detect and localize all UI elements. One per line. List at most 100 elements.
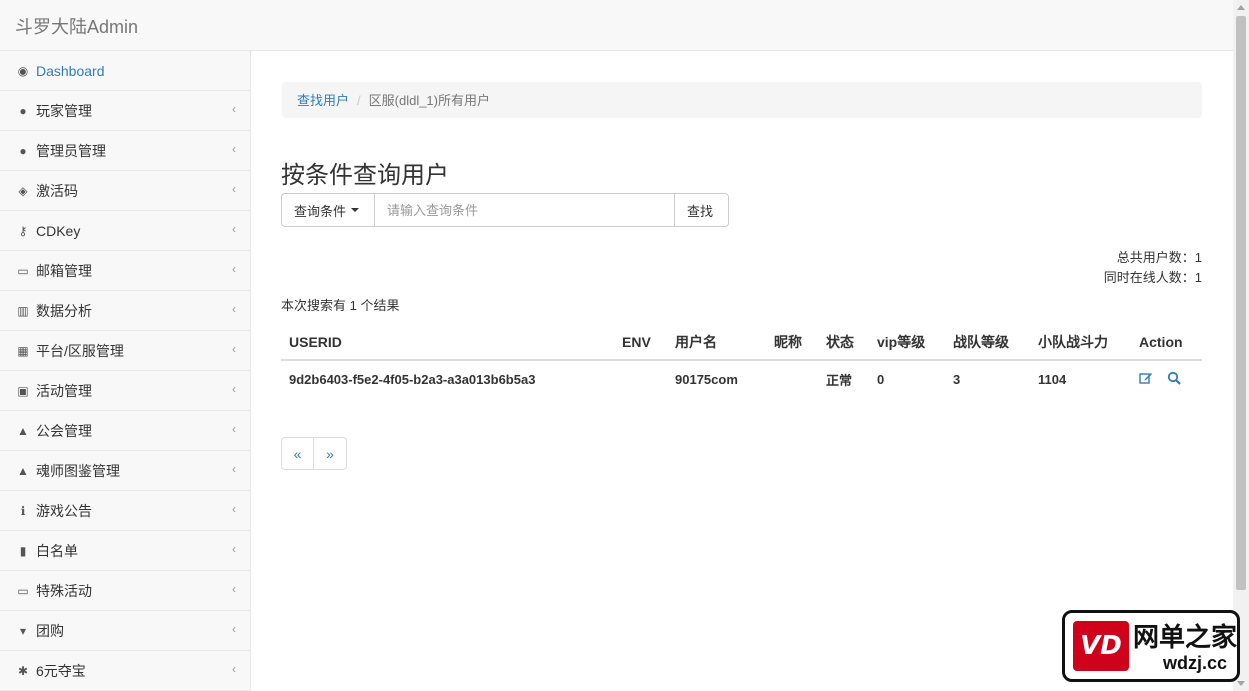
sidebar-item-label: 平台/区服管理 — [36, 342, 124, 359]
breadcrumb: 查找用户 / 区服(dldl_1)所有用户 — [282, 82, 1202, 118]
column-header-status: 状态 — [818, 324, 869, 361]
sidebar-item-14[interactable]: ▾ 团购 ‹ — [0, 611, 250, 651]
sidebar-item-3[interactable]: ◈ 激活码 ‹ — [0, 171, 250, 211]
sidebar-item-label: 管理员管理 — [36, 142, 106, 159]
column-header-userid: USERID — [281, 324, 614, 361]
sidebar-item-5[interactable]: ▭ 邮箱管理 ‹ — [0, 251, 250, 291]
sidebar-item-label: 团购 — [36, 622, 64, 639]
sidebar-item-10[interactable]: ▲ 魂师图鉴管理 ‹ — [0, 451, 250, 491]
users-icon: ● — [19, 143, 27, 158]
sidebar-item-label: 激活码 — [36, 182, 78, 199]
sidebar-item-0[interactable]: ◉ Dashboard — [0, 51, 250, 91]
sidebar-item-label: Dashboard — [36, 62, 105, 79]
sidebar-item-7[interactable]: ▦ 平台/区服管理 ‹ — [0, 331, 250, 371]
pagination-prev[interactable]: « — [281, 437, 314, 470]
chevron-left-icon: ‹ — [232, 142, 236, 156]
sidebar-item-8[interactable]: ▣ 活动管理 ‹ — [0, 371, 250, 411]
breadcrumb-separator: / — [357, 93, 361, 108]
cell-power: 1104 — [1030, 359, 1131, 398]
bank-icon: ▦ — [17, 343, 29, 358]
search-icon[interactable] — [1167, 371, 1181, 388]
money-icon: ▭ — [17, 583, 29, 598]
online-users-count: 同时在线人数：1 — [1103, 270, 1202, 285]
chevron-left-icon: ‹ — [232, 502, 236, 516]
watermark-logo: VD — [1073, 621, 1129, 671]
sidebar-item-label: 6元夺宝 — [36, 662, 86, 679]
chevron-left-icon: ‹ — [232, 422, 236, 436]
sidebar-item-9[interactable]: ▲ 公会管理 ‹ — [0, 411, 250, 451]
watermark-url: wdzj.cc — [1163, 653, 1228, 673]
total-users-count: 总共用户数：1 — [1116, 250, 1202, 265]
pagination: « » — [281, 437, 347, 470]
column-header-action: Action — [1131, 324, 1202, 361]
chevron-left-icon: ‹ — [232, 302, 236, 316]
pagination-next[interactable]: » — [314, 437, 347, 470]
sidebar-item-label: 公会管理 — [36, 422, 92, 439]
cell-nickname — [766, 359, 818, 398]
search-input[interactable] — [375, 193, 675, 227]
chevron-left-icon: ‹ — [232, 382, 236, 396]
scroll-up-arrow-icon[interactable] — [1237, 5, 1245, 10]
sidebar-item-11[interactable]: ℹ 游戏公告 ‹ — [0, 491, 250, 531]
sidebar-item-6[interactable]: ▥ 数据分析 ‹ — [0, 291, 250, 331]
chevron-left-icon: ‹ — [232, 262, 236, 276]
sidebar-item-12[interactable]: ▮ 白名单 ‹ — [0, 531, 250, 571]
table-row: 9d2b6403-f5e2-4f05-b2a3-a3a013b6b5a3 901… — [281, 359, 1202, 398]
top-navbar: 斗罗大陆Admin — [0, 0, 1233, 51]
breadcrumb-current: 区服(dldl_1)所有用户 — [368, 93, 490, 108]
page-title: 按条件查询用户 — [281, 162, 449, 189]
sidebar-item-label: CDKey — [36, 222, 81, 239]
gift-icon: ▣ — [17, 383, 29, 398]
edit-icon[interactable] — [1139, 371, 1153, 388]
sidebar-item-4[interactable]: ⚷ CDKey ‹ — [0, 211, 250, 251]
brand-title[interactable]: 斗罗大陆Admin — [15, 13, 138, 39]
page-scrollbar[interactable] — [1233, 0, 1249, 691]
search-group: 查询条件 查找 — [281, 193, 729, 227]
watermark: VD 网单之家 wdzj.cc — [1062, 610, 1240, 682]
chevron-left-icon: ‹ — [232, 582, 236, 596]
chevron-left-icon: ‹ — [232, 662, 236, 676]
sidebar-item-13[interactable]: ▭ 特殊活动 ‹ — [0, 571, 250, 611]
column-header-team-level: 战队等级 — [945, 324, 1030, 361]
sitemap-icon: ▲ — [17, 463, 29, 478]
search-result-summary: 本次搜索有 1 个结果 — [281, 298, 400, 313]
query-condition-dropdown[interactable]: 查询条件 — [281, 193, 375, 227]
scroll-down-arrow-icon[interactable] — [1237, 681, 1245, 686]
sidebar-item-15[interactable]: ✱ 6元夺宝 ‹ — [0, 651, 250, 691]
key-icon: ⚷ — [18, 223, 28, 238]
chevron-left-icon: ‹ — [232, 542, 236, 556]
breadcrumb-link-find-user[interactable]: 查找用户 — [297, 93, 349, 108]
cell-action — [1131, 359, 1202, 398]
chevron-left-icon: ‹ — [232, 222, 236, 236]
sidebar-item-label: 玩家管理 — [36, 102, 92, 119]
users-table: USERID ENV 用户名 昵称 状态 vip等级 战队等级 小队战斗力 Ac… — [281, 324, 1202, 398]
scrollbar-thumb[interactable] — [1236, 16, 1246, 590]
user-stats: 总共用户数：1 同时在线人数：1 — [1104, 248, 1202, 288]
sidebar-item-label: 游戏公告 — [36, 502, 92, 519]
cube-icon: ◈ — [18, 183, 28, 198]
caret-down-icon — [351, 208, 360, 212]
cart-icon: ▾ — [19, 623, 27, 638]
user-icon: ● — [19, 103, 27, 118]
search-button[interactable]: 查找 — [675, 193, 729, 227]
main-content: 查找用户 / 区服(dldl_1)所有用户 按条件查询用户 查询条件 查找 总共用户… — [251, 51, 1233, 691]
cell-username: 90175com — [667, 359, 766, 398]
column-header-power: 小队战斗力 — [1030, 324, 1131, 361]
sitemap-icon: ▲ — [17, 423, 29, 438]
asterisk-icon: ✱ — [17, 663, 29, 678]
info-icon: ℹ — [20, 503, 26, 518]
column-header-username: 用户名 — [667, 324, 766, 361]
inbox-icon: ▭ — [17, 263, 29, 278]
watermark-name: 网单之家 — [1133, 622, 1238, 652]
sidebar-item-label: 数据分析 — [36, 302, 92, 319]
sidebar-item-label: 活动管理 — [36, 382, 92, 399]
sidebar-item-2[interactable]: ● 管理员管理 ‹ — [0, 131, 250, 171]
chevron-left-icon: ‹ — [232, 622, 236, 636]
sidebar-item-label: 魂师图鉴管理 — [36, 462, 120, 479]
chevron-left-icon: ‹ — [232, 102, 236, 116]
file-icon: ▮ — [19, 543, 27, 558]
sidebar-item-label: 白名单 — [36, 542, 78, 559]
sidebar-item-1[interactable]: ● 玩家管理 ‹ — [0, 91, 250, 131]
cell-team-level: 3 — [945, 359, 1030, 398]
sidebar-item-label: 特殊活动 — [36, 582, 92, 599]
